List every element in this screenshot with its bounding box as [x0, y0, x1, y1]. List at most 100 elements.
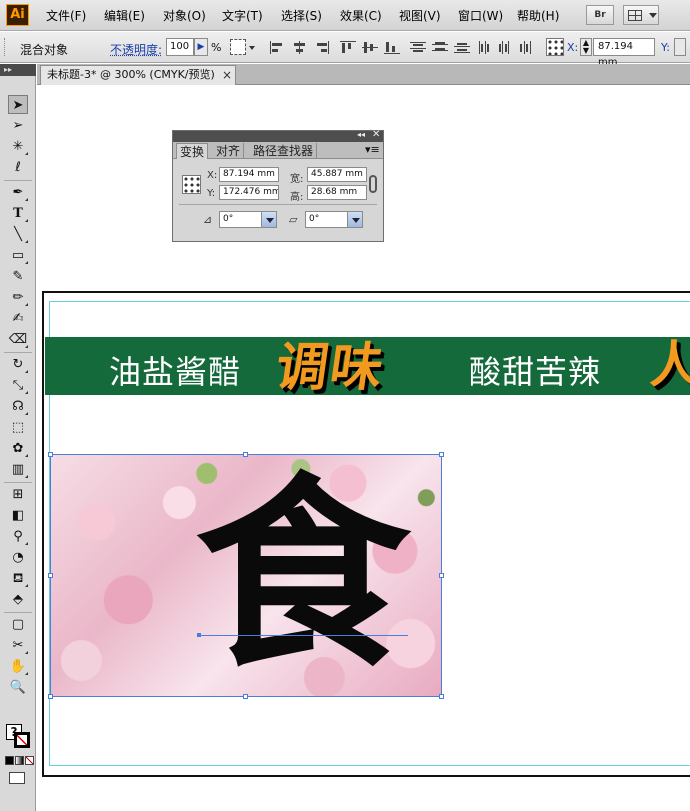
paintbrush-tool-icon[interactable]: ✎	[8, 267, 28, 286]
anchor-point[interactable]	[197, 633, 201, 637]
graphic-style-swatch[interactable]	[230, 39, 246, 55]
screen-mode-icon[interactable]	[9, 772, 25, 784]
rectangle-tool-icon[interactable]: ▭	[8, 246, 28, 265]
tools-panel-header[interactable]: ▸▸	[0, 64, 36, 76]
blend-spine-path[interactable]	[200, 635, 408, 636]
menu-window[interactable]: 窗口(W)	[458, 7, 503, 24]
width-input[interactable]: 45.887 mm	[307, 167, 367, 182]
pen-tool-icon[interactable]: ✒	[8, 183, 28, 202]
bridge-button[interactable]: Br	[586, 5, 614, 25]
opacity-label-link[interactable]: 不透明度:	[110, 41, 162, 58]
gradient-mode-button[interactable]	[15, 756, 24, 765]
reference-point-icon[interactable]	[546, 38, 564, 56]
align-vertical-center-icon[interactable]	[362, 41, 378, 54]
y-input[interactable]: 172.476 mm	[219, 185, 279, 200]
eyedropper-tool-icon[interactable]: ⚲	[8, 527, 28, 546]
resize-handle-bottom-right[interactable]	[439, 694, 444, 699]
resize-handle-bottom[interactable]	[243, 694, 248, 699]
chevron-down-icon[interactable]	[347, 212, 362, 227]
resize-handle-top[interactable]	[243, 452, 248, 457]
zoom-tool-icon[interactable]: 🔍	[8, 678, 28, 697]
menu-type[interactable]: 文字(T)	[222, 7, 263, 24]
distribute-bottom-icon[interactable]	[454, 41, 470, 54]
fill-stroke-control[interactable]: ?	[6, 724, 32, 750]
opacity-slider-button[interactable]: ▶	[194, 38, 208, 56]
stroke-swatch[interactable]	[14, 732, 30, 748]
align-left-icon[interactable]	[270, 41, 286, 54]
menu-edit[interactable]: 编辑(E)	[104, 7, 145, 24]
scale-tool-icon[interactable]: ⤡	[8, 376, 28, 395]
resize-handle-top-left[interactable]	[48, 452, 53, 457]
hand-tool-icon[interactable]: ✋	[8, 657, 28, 676]
distribute-right-icon[interactable]	[518, 41, 534, 54]
pencil-tool-icon[interactable]: ✏	[8, 288, 28, 307]
color-mode-button[interactable]	[5, 756, 14, 765]
close-icon[interactable]: ×	[222, 66, 232, 84]
panel-title-bar[interactable]: ◂◂ ✕	[173, 129, 383, 142]
align-right-icon[interactable]	[314, 41, 330, 54]
tab-pathfinder[interactable]: 路径查找器	[250, 143, 318, 159]
line-tool-icon[interactable]: ╲	[8, 225, 28, 244]
x-stepper[interactable]: ▲ ▼	[580, 38, 592, 56]
symbol-sprayer-tool-icon[interactable]: ✿	[8, 439, 28, 458]
collapse-icon[interactable]: ◂◂	[357, 130, 365, 139]
tab-transform[interactable]: 变换	[176, 143, 209, 159]
resize-handle-bottom-left[interactable]	[48, 694, 53, 699]
constrain-proportions-link-icon[interactable]	[369, 175, 377, 193]
gradient-tool-icon[interactable]: ◧	[8, 506, 28, 525]
tab-align[interactable]: 对齐	[213, 143, 245, 159]
panel-menu-icon[interactable]: ▾≡	[365, 143, 380, 156]
column-graph-tool-icon[interactable]: ▥	[8, 460, 28, 479]
menu-file[interactable]: 文件(F)	[46, 7, 86, 24]
x-input[interactable]: 87.194 mm	[219, 167, 279, 182]
align-top-icon[interactable]	[340, 41, 356, 54]
chevron-down-icon[interactable]	[249, 46, 255, 50]
chevron-down-icon[interactable]	[261, 212, 276, 227]
lasso-tool-icon[interactable]: ℓ	[8, 158, 28, 177]
resize-handle-left[interactable]	[48, 573, 53, 578]
height-input[interactable]: 28.68 mm	[307, 185, 367, 200]
opacity-input[interactable]: 100	[166, 38, 194, 56]
cherry-blossom-image[interactable]: 食	[50, 454, 442, 697]
green-banner[interactable]: 油盐酱醋 调味 酸甜苦辣 人	[45, 336, 690, 398]
none-mode-button[interactable]	[25, 756, 34, 765]
menu-select[interactable]: 选择(S)	[281, 7, 322, 24]
resize-handle-right[interactable]	[439, 573, 444, 578]
artboard-tool-icon[interactable]: ▢	[8, 615, 28, 634]
y-stepper[interactable]	[674, 38, 686, 56]
blob-brush-tool-icon[interactable]: ✍	[8, 309, 28, 328]
grip-handle[interactable]	[4, 38, 7, 56]
menu-help[interactable]: 帮助(H)	[517, 7, 559, 24]
document-tab[interactable]: 未标题-3* @ 300% (CMYK/预览) ×	[40, 65, 236, 85]
x-input[interactable]: 87.194 mm	[593, 38, 655, 68]
live-paint-selection-tool-icon[interactable]: ⬘	[8, 590, 28, 609]
menu-object[interactable]: 对象(O)	[163, 7, 206, 24]
selection-tool-icon[interactable]: ➤	[8, 95, 28, 114]
rotate-select[interactable]: 0°	[219, 211, 277, 228]
type-tool-icon[interactable]: T	[8, 204, 28, 223]
magic-wand-tool-icon[interactable]: ✳	[8, 137, 28, 156]
shear-select[interactable]: 0°	[305, 211, 363, 228]
direct-selection-tool-icon[interactable]: ➢	[8, 116, 28, 135]
menu-view[interactable]: 视图(V)	[399, 7, 441, 24]
menu-effect[interactable]: 效果(C)	[340, 7, 382, 24]
eraser-tool-icon[interactable]: ⌫	[8, 330, 28, 349]
mesh-tool-icon[interactable]: ⊞	[8, 485, 28, 504]
distribute-horizontal-center-icon[interactable]	[498, 41, 514, 54]
blend-tool-icon[interactable]: ◔	[8, 548, 28, 567]
distribute-vertical-center-icon[interactable]	[432, 41, 448, 54]
live-paint-bucket-tool-icon[interactable]: ⛾	[8, 569, 28, 588]
align-horizontal-center-icon[interactable]	[292, 41, 308, 54]
rotate-tool-icon[interactable]: ↻	[8, 355, 28, 374]
slice-tool-icon[interactable]: ✂	[8, 636, 28, 655]
close-icon[interactable]: ✕	[372, 129, 380, 140]
warp-tool-icon[interactable]: ☊	[8, 397, 28, 416]
distribute-left-icon[interactable]	[478, 41, 494, 54]
workspace-switcher-button[interactable]	[623, 5, 659, 25]
free-transform-tool-icon[interactable]: ⬚	[8, 418, 28, 437]
align-bottom-icon[interactable]	[384, 41, 400, 54]
reference-point-icon[interactable]	[182, 175, 201, 194]
y-label: Y:	[661, 41, 670, 54]
resize-handle-top-right[interactable]	[439, 452, 444, 457]
distribute-top-icon[interactable]	[410, 41, 426, 54]
